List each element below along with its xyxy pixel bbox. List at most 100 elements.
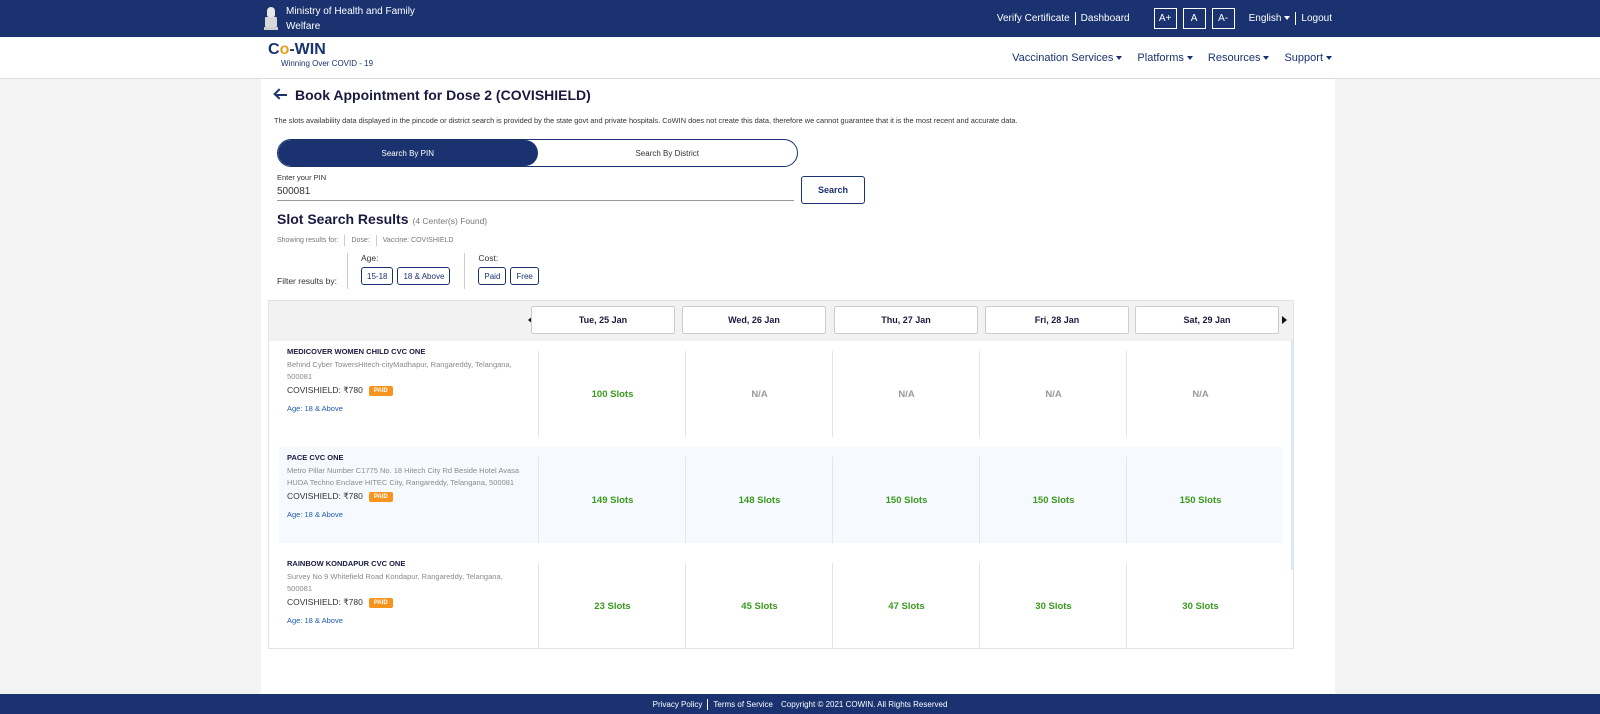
- center-name: PACE CVC ONE: [287, 453, 344, 462]
- date-tab[interactable]: Wed, 26 Jan: [682, 306, 826, 334]
- privacy-policy-link[interactable]: Privacy Policy: [653, 700, 703, 709]
- copyright-text: Copyright © 2021 COWIN. All Rights Reser…: [780, 699, 948, 709]
- language-selector[interactable]: English: [1249, 13, 1291, 24]
- title-row: Book Appointment for Dose 2 (COVISHIELD): [273, 87, 591, 103]
- ministry-brand[interactable]: Ministry of Health and Family Welfare: [264, 0, 416, 37]
- font-normal-button[interactable]: A: [1182, 8, 1206, 29]
- center-name: RAINBOW KONDAPUR CVC ONE: [287, 559, 406, 568]
- divider: [375, 235, 377, 246]
- main-nav: Vaccination Services Platforms Resources…: [1012, 37, 1332, 79]
- verify-certificate-link[interactable]: Verify Certificate: [997, 13, 1070, 24]
- data-disclaimer: The slots availability data displayed in…: [274, 116, 1018, 125]
- center-row: MEDICOVER WOMEN CHILD CVC ONE Behind Cyb…: [279, 341, 1283, 437]
- paid-badge: PAID: [368, 597, 393, 608]
- divider: [1074, 12, 1076, 25]
- slot-cell[interactable]: 45 Slots: [685, 563, 833, 649]
- date-tab[interactable]: Sat, 29 Jan: [1135, 306, 1279, 334]
- font-increase-button[interactable]: A+: [1153, 8, 1177, 29]
- slot-cell[interactable]: 30 Slots: [979, 563, 1127, 649]
- footer: Privacy Policy Terms of Service Copyrigh…: [0, 694, 1600, 714]
- terms-of-service-link[interactable]: Terms of Service: [713, 700, 773, 709]
- center-row: PACE CVC ONE Metro Pillar Number C1775 N…: [279, 447, 1283, 543]
- next-dates-icon[interactable]: [1282, 316, 1287, 324]
- logout-link[interactable]: Logout: [1301, 13, 1332, 24]
- center-info: PACE CVC ONE Metro Pillar Number C1775 N…: [287, 453, 527, 519]
- divider: [1295, 12, 1297, 25]
- slot-cell[interactable]: 23 Slots: [538, 563, 686, 649]
- slot-cell[interactable]: 148 Slots: [685, 457, 833, 543]
- results-heading: Slot Search Results (4 Center(s) Found): [277, 211, 487, 227]
- center-name: MEDICOVER WOMEN CHILD CVC ONE: [287, 347, 426, 356]
- center-info: RAINBOW KONDAPUR CVC ONE Survey No 9 Whi…: [287, 559, 527, 625]
- center-row: RAINBOW KONDAPUR CVC ONE Survey No 9 Whi…: [279, 553, 1283, 649]
- chevron-down-icon: [1263, 56, 1270, 60]
- slot-cell[interactable]: 47 Slots: [832, 563, 980, 649]
- font-decrease-button[interactable]: A-: [1211, 8, 1235, 29]
- top-bar: Ministry of Health and Family Welfare Ve…: [0, 0, 1600, 37]
- logo-wordmark: Co-WIN: [268, 41, 326, 58]
- slot-cell: N/A: [1126, 351, 1274, 437]
- results-title: Slot Search Results: [277, 211, 409, 227]
- results-scrollbar[interactable]: [1291, 340, 1294, 570]
- back-arrow-icon[interactable]: [273, 88, 287, 102]
- chevron-down-icon: [1116, 56, 1123, 60]
- search-by-pin-tab[interactable]: Search By PIN: [278, 140, 538, 166]
- dose-filter-value: Dose:: [351, 237, 370, 244]
- dashboard-link[interactable]: Dashboard: [1081, 13, 1130, 24]
- chevron-down-icon: [1326, 56, 1332, 60]
- showing-results-for: Showing results for: Dose: Vaccine: COVI…: [277, 235, 453, 246]
- slot-cell[interactable]: 100 Slots: [538, 351, 686, 437]
- age-18-above-chip[interactable]: 18 & Above: [397, 267, 451, 285]
- center-age-limit: Age: 18 & Above: [287, 404, 343, 413]
- main-header: Co-WIN Winning Over COVID - 19 Vaccinati…: [0, 37, 1600, 79]
- filters: Filter results by: Age: 15-18 18 & Above…: [277, 253, 553, 289]
- ministry-name: Ministry of Health and Family Welfare: [286, 5, 415, 32]
- center-age-limit: Age: 18 & Above: [287, 510, 343, 519]
- chevron-down-icon: [1284, 16, 1291, 21]
- nav-vaccination-services[interactable]: Vaccination Services: [1012, 52, 1123, 64]
- slot-cell[interactable]: 150 Slots: [832, 457, 980, 543]
- cowin-logo[interactable]: Co-WIN Winning Over COVID - 19: [268, 41, 374, 69]
- search-button[interactable]: Search: [801, 176, 865, 204]
- date-tab[interactable]: Thu, 27 Jan: [834, 306, 978, 334]
- search-by-district-tab[interactable]: Search By District: [538, 140, 798, 166]
- nav-support[interactable]: Support: [1284, 52, 1332, 64]
- paid-badge: PAID: [368, 385, 393, 396]
- slot-results-table: Tue, 25 Jan Wed, 26 Jan Thu, 27 Jan Fri,…: [268, 300, 1294, 649]
- center-address: Behind Cyber TowersHitech-cityMadhapur, …: [287, 360, 512, 381]
- divider: [707, 698, 709, 710]
- paid-badge: PAID: [368, 491, 393, 502]
- logo-tagline: Winning Over COVID - 19: [281, 59, 374, 68]
- center-info: MEDICOVER WOMEN CHILD CVC ONE Behind Cyb…: [287, 347, 527, 413]
- slot-cell[interactable]: 150 Slots: [1126, 457, 1274, 543]
- age-filter-label: Age:: [361, 253, 379, 263]
- date-header-row: Tue, 25 Jan Wed, 26 Jan Thu, 27 Jan Fri,…: [269, 301, 1293, 341]
- national-emblem-icon: [264, 6, 278, 31]
- nav-platforms[interactable]: Platforms: [1137, 52, 1193, 64]
- slot-cell[interactable]: 30 Slots: [1126, 563, 1274, 649]
- booking-card: Book Appointment for Dose 2 (COVISHIELD)…: [261, 79, 1335, 694]
- results-count: (4 Center(s) Found): [412, 216, 488, 226]
- date-tab[interactable]: Tue, 25 Jan: [531, 306, 675, 334]
- pin-label: Enter your PIN: [277, 173, 327, 182]
- vaccine-price: COVISHIELD: ₹780 PAID: [287, 491, 527, 502]
- slot-cell[interactable]: 150 Slots: [979, 457, 1127, 543]
- cost-filter-label: Cost:: [478, 253, 499, 263]
- date-tab[interactable]: Fri, 28 Jan: [985, 306, 1129, 334]
- age-15-18-chip[interactable]: 15-18: [361, 267, 394, 285]
- nav-resources[interactable]: Resources: [1208, 52, 1270, 64]
- chevron-down-icon: [1186, 56, 1193, 60]
- cost-paid-chip[interactable]: Paid: [478, 267, 507, 285]
- cost-free-chip[interactable]: Free: [510, 267, 539, 285]
- divider: [344, 235, 346, 246]
- top-utility-links: Verify Certificate Dashboard A+ A A- Eng…: [997, 0, 1332, 37]
- slot-cell: N/A: [832, 351, 980, 437]
- vaccine-filter-value: Vaccine: COVISHIELD: [382, 237, 454, 244]
- slot-cell[interactable]: 149 Slots: [538, 457, 686, 543]
- search-mode-toggle: Search By PIN Search By District: [277, 139, 798, 167]
- slot-cell: N/A: [685, 351, 833, 437]
- language-label: English: [1248, 13, 1282, 24]
- pin-input[interactable]: [277, 183, 794, 201]
- center-address: Survey No 9 Whitefield Road Kondapur, Ra…: [287, 572, 503, 593]
- age-filter-group: Age: 15-18 18 & Above: [347, 253, 451, 289]
